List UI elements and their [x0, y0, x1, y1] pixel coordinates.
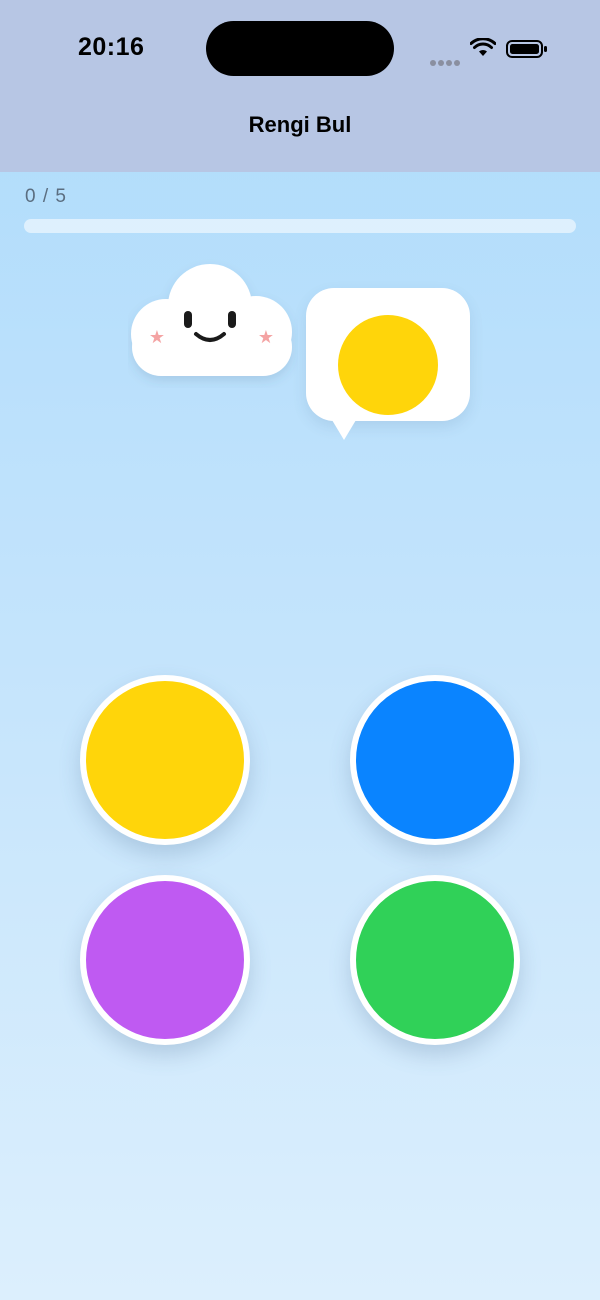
status-time: 20:16 — [78, 33, 145, 61]
signal-dots-icon — [430, 53, 462, 71]
target-color-bubble — [306, 288, 470, 421]
status-icons — [430, 36, 550, 66]
target-color-swatch — [338, 315, 438, 415]
cloud-mascot-icon: ★ ★ — [131, 264, 292, 376]
color-choice-purple[interactable] — [80, 875, 250, 1045]
svg-text:★: ★ — [149, 327, 165, 348]
progress-label: 0 / 5 — [25, 186, 67, 207]
svg-text:★: ★ — [258, 327, 274, 348]
battery-icon — [506, 40, 547, 58]
progress-bar — [24, 219, 576, 233]
color-choice-blue[interactable] — [350, 675, 520, 845]
bubble-tail — [332, 420, 356, 440]
color-choice-yellow[interactable] — [80, 675, 250, 845]
wifi-icon — [470, 38, 496, 56]
app-header: 20:16 Rengi Bul — [0, 0, 600, 172]
dynamic-island — [206, 21, 394, 76]
page-title: Rengi Bul — [248, 112, 352, 137]
color-choice-green[interactable] — [350, 875, 520, 1045]
